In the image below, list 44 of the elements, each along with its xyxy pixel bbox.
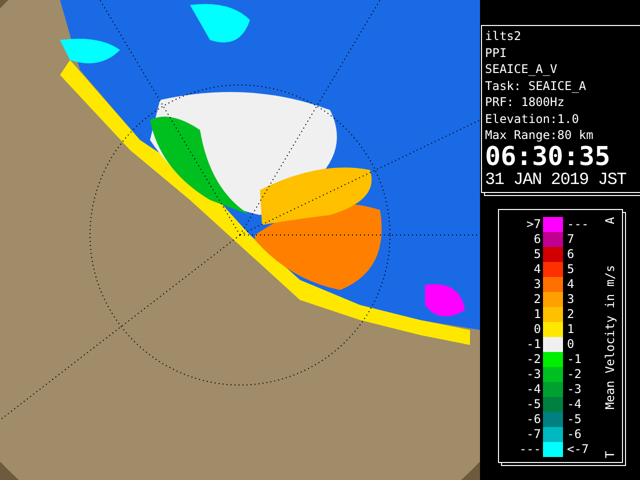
legend-label: -6 — [526, 412, 541, 426]
legend-label: 5 — [567, 262, 576, 276]
info-line: ilts2 — [485, 28, 522, 44]
legend-label: 4 — [567, 276, 576, 292]
info-line: Elevation:1.0 — [485, 110, 580, 127]
legend-label: -1 — [567, 352, 582, 366]
info-line: Task: SEAICE_A — [485, 78, 588, 94]
legend-label: 1 — [567, 322, 576, 336]
legend-label: -7 — [526, 426, 541, 442]
legend-label: -5 — [567, 412, 582, 426]
legend-title: Mean Velocity in m/s — [602, 265, 616, 410]
legend-label: -2 — [567, 366, 582, 382]
info-line: PPI — [485, 44, 508, 61]
info-line: Max Range:80 km — [485, 127, 594, 144]
legend-label: 6 — [532, 232, 541, 246]
date-text: 31 JAN 2019 JST — [485, 170, 628, 190]
legend-mark: T — [602, 451, 616, 458]
legend-label: -3 — [526, 366, 541, 382]
time-text: 06:30:35 — [485, 144, 612, 170]
legend-label: -1 — [526, 336, 541, 352]
legend-label: 7 — [567, 232, 576, 246]
legend-label: 0 — [532, 322, 541, 336]
info-line: SEAICE_A_V — [485, 61, 558, 78]
legend-label: 5 — [532, 246, 541, 262]
legend-label: >7 — [526, 216, 541, 232]
legend-label: -3 — [567, 382, 582, 396]
legend-label: 6 — [567, 246, 576, 262]
legend-label: 3 — [532, 276, 541, 292]
legend-label: 4 — [532, 262, 541, 276]
legend-label: 0 — [567, 336, 576, 352]
legend-label: -2 — [526, 352, 541, 366]
legend-mark: A — [602, 216, 616, 224]
legend-label: <-7 — [567, 442, 590, 456]
info-line: PRF: 1800Hz — [485, 94, 566, 110]
legend-label: 2 — [567, 306, 576, 322]
legend-label: -6 — [567, 426, 582, 442]
legend-label: 2 — [532, 292, 541, 306]
legend-label: -5 — [526, 396, 541, 412]
legend-label: 3 — [567, 292, 576, 306]
legend-label: --- — [567, 216, 590, 232]
legend-label: -4 — [567, 396, 582, 412]
legend-label: -4 — [526, 382, 541, 396]
legend-label: 1 — [532, 306, 541, 322]
legend-label: --- — [518, 442, 541, 456]
